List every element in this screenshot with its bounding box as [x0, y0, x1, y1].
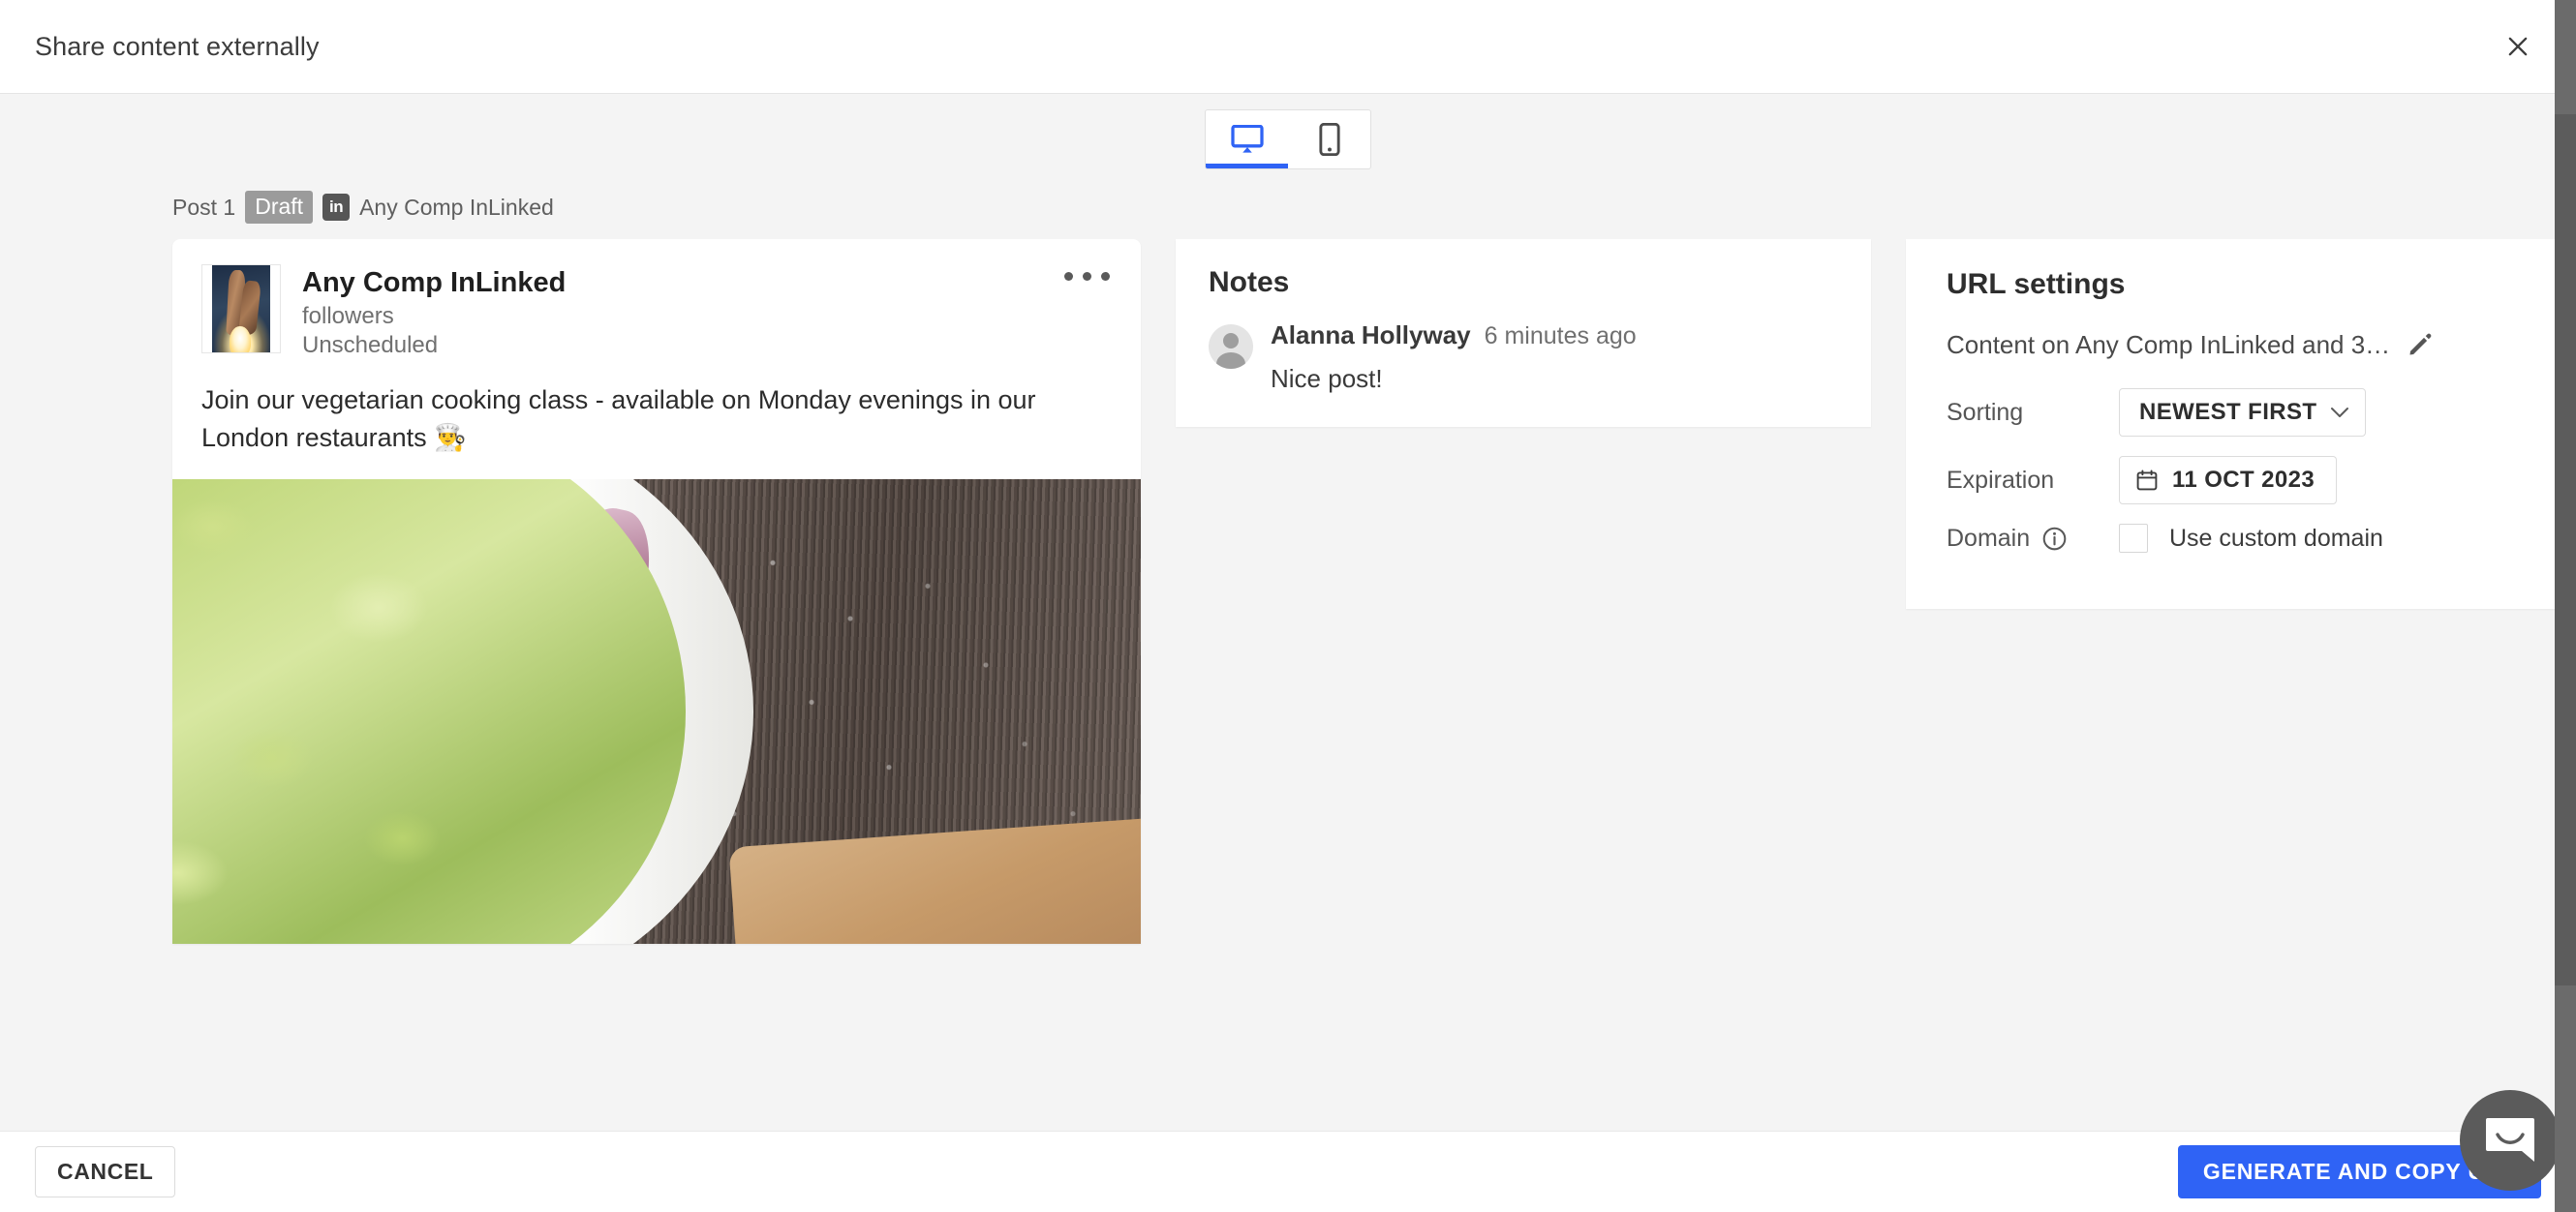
post-meta-row: Post 1 Draft in Any Comp InLinked [0, 169, 2576, 225]
pencil-edit-icon-glyph [2409, 333, 2432, 355]
more-options-dot [1064, 272, 1073, 282]
url-settings-panel: URL settings Content on Any Comp InLinke… [1906, 239, 2576, 610]
use-custom-domain-checkbox[interactable] [2119, 524, 2148, 554]
more-options-dot [1101, 272, 1110, 282]
post-media-image [172, 479, 1141, 945]
expiration-row: Expiration 11 OCT 2023 [1947, 456, 2553, 505]
notes-panel: Notes Alanna Hollyway 6 minutes ago Nice… [1176, 239, 1871, 428]
tab-mobile-preview[interactable] [1288, 110, 1370, 168]
chevron-down-icon [2331, 408, 2349, 418]
sorting-select[interactable]: NEWEST FIRST [2119, 388, 2367, 438]
url-name-value: Content on Any Comp InLinked and 3… [1947, 329, 2391, 359]
device-tabs [1205, 109, 1371, 169]
note-header: Alanna Hollyway 6 minutes ago [1271, 320, 1838, 350]
note-text: Nice post! [1271, 364, 1383, 394]
post-body-text: Join our vegetarian cooking class - avai… [201, 385, 1036, 452]
note-timestamp: 6 minutes ago [1484, 322, 1637, 350]
more-options-icon[interactable] [1058, 266, 1116, 287]
domain-row: Domain Use custom domain [1947, 524, 2553, 554]
post-author-block: Any Comp InLinked followers Unscheduled [302, 264, 566, 360]
more-options-dot [1083, 272, 1091, 282]
status-badge: Draft [245, 191, 314, 225]
notes-title: Notes [1209, 266, 1290, 299]
channel-name-label: Any Comp InLinked [359, 194, 554, 220]
modal-header: Share content externally [0, 0, 2576, 94]
modal-footer: CANCEL GENERATE AND COPY URL [0, 1131, 2576, 1212]
modal-body: Post 1 Draft in Any Comp InLinked Any Co… [0, 94, 2576, 1131]
url-name-row: Content on Any Comp InLinked and 3… [1947, 328, 2553, 361]
cancel-button[interactable]: CANCEL [35, 1146, 176, 1197]
sorting-row: Sorting NEWEST FIRST [1947, 388, 2553, 438]
device-tabs-container [0, 94, 2576, 169]
expiration-date-value: 11 OCT 2023 [2172, 467, 2315, 494]
info-icon[interactable] [2041, 526, 2068, 552]
close-icon-glyph [2508, 37, 2528, 56]
post-preview-card: Any Comp InLinked followers Unscheduled … [172, 239, 1141, 945]
sorting-select-value: NEWEST FIRST [2139, 399, 2317, 426]
domain-label: Domain [1947, 524, 2031, 552]
share-content-modal: Share content externally Post 1 Draft in… [0, 0, 2576, 1212]
sorting-label: Sorting [1947, 398, 2024, 426]
url-settings-title: URL settings [1947, 268, 2126, 301]
note-item: Alanna Hollyway 6 minutes ago Nice post! [1209, 320, 1838, 394]
domain-label-group: Domain [1947, 525, 2119, 553]
use-custom-domain-label: Use custom domain [2169, 524, 2383, 552]
rocket-launch-avatar-image [212, 265, 270, 353]
chat-bubble-smile-icon[interactable] [2460, 1090, 2561, 1191]
linkedin-icon: in [322, 194, 351, 222]
rocket-launch-avatar [201, 264, 281, 354]
calendar-icon [2136, 470, 2158, 491]
post-card-header: Any Comp InLinked followers Unscheduled [172, 239, 1141, 360]
expiration-date-picker[interactable]: 11 OCT 2023 [2119, 456, 2338, 505]
expiration-label: Expiration [1947, 466, 2055, 494]
person-avatar-icon [1209, 324, 1253, 370]
custom-domain-checkbox-row: Use custom domain [2119, 524, 2383, 554]
preview-columns: Any Comp InLinked followers Unscheduled … [0, 224, 2576, 945]
note-author-name: Alanna Hollyway [1271, 320, 1471, 350]
note-content: Alanna Hollyway 6 minutes ago Nice post! [1271, 320, 1838, 394]
vertical-scrollbar-thumb[interactable] [2555, 114, 2576, 985]
chat-bubble-smile-icon-glyph [2486, 1118, 2534, 1162]
rocket-flame-icon [230, 326, 251, 353]
pencil-edit-icon[interactable] [2404, 328, 2437, 361]
post-schedule-status: Unscheduled [302, 332, 439, 359]
post-author-name: Any Comp InLinked [302, 267, 567, 299]
lettuce-leaves [172, 479, 686, 945]
close-icon[interactable] [2495, 23, 2541, 70]
post-number-label: Post 1 [172, 194, 236, 220]
desktop-monitor-icon [1230, 125, 1264, 153]
page-title: Share content externally [35, 31, 320, 61]
mobile-phone-icon [1318, 123, 1340, 156]
post-followers-count: followers [302, 303, 394, 330]
tab-desktop-preview[interactable] [1206, 110, 1288, 168]
